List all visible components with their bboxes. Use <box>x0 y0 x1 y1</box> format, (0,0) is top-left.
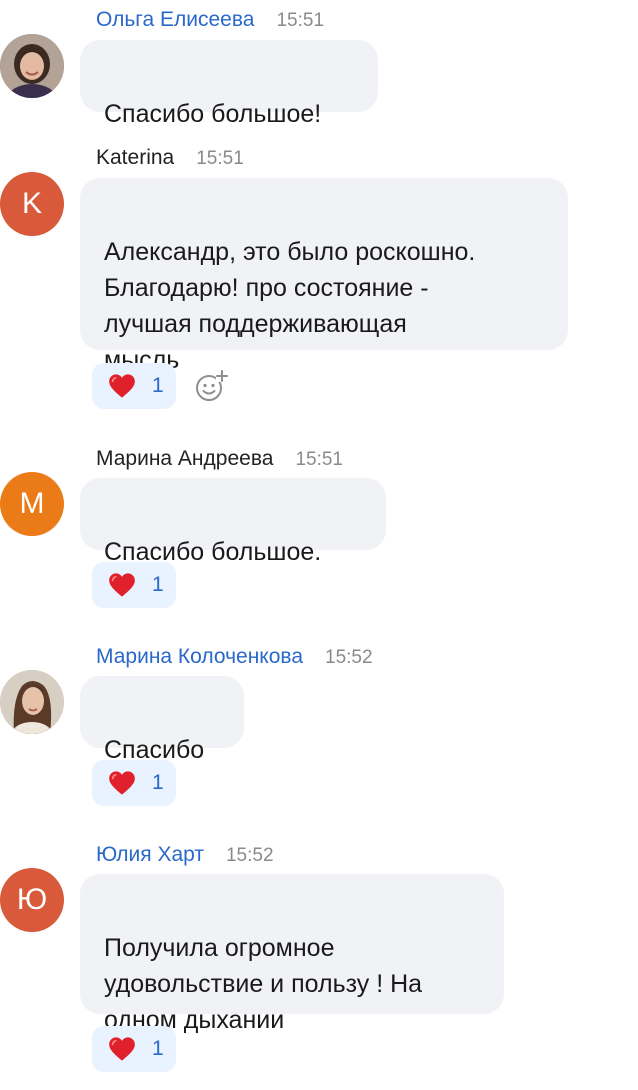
reactions-row: 1 <box>92 562 176 608</box>
avatar-initial: K <box>21 187 42 220</box>
heart-reaction-button[interactable]: 1 <box>92 760 176 806</box>
avatar[interactable] <box>0 34 64 98</box>
author-name[interactable]: Ольга Елисеева <box>96 8 254 32</box>
message-meta: Марина Колоченкова 15:52 <box>96 645 373 673</box>
add-emoji-icon[interactable] <box>194 369 228 403</box>
message-bubble: Спасибо большое. <box>80 478 386 566</box>
message-bubble: Получила огромное удовольствие и пользу … <box>80 874 504 1034</box>
message-text: Получила огромное удовольствие и пользу … <box>104 934 423 1034</box>
message-bubble: Спасибо большое! <box>80 40 378 128</box>
reactions-row: 1 <box>92 760 176 806</box>
heart-reaction-button[interactable]: 1 <box>92 562 176 608</box>
message-meta: Юлия Харт 15:52 <box>96 843 274 871</box>
heart-reaction-button[interactable]: 1 <box>92 363 176 409</box>
message-meta: Марина Андреева 15:51 <box>96 447 343 475</box>
message-meta: Katerina 15:51 <box>96 146 244 174</box>
message-time: 15:51 <box>295 449 343 470</box>
heart-icon <box>109 374 135 398</box>
message-time: 15:51 <box>196 148 244 169</box>
avatar[interactable] <box>0 670 64 734</box>
reaction-count: 1 <box>152 771 164 794</box>
reaction-count: 1 <box>152 573 164 596</box>
author-name[interactable]: Katerina <box>96 146 174 170</box>
author-name[interactable]: Марина Колоченкова <box>96 645 303 669</box>
message-bubble: Спасибо <box>80 676 244 764</box>
avatar-initial: Ю <box>16 883 48 916</box>
heart-reaction-button[interactable]: 1 <box>92 1026 176 1072</box>
person-photo-icon <box>0 670 64 734</box>
message-time: 15:52 <box>225 845 274 866</box>
author-name[interactable]: Марина Андреева <box>96 447 273 471</box>
heart-icon <box>109 573 135 597</box>
avatar[interactable]: M <box>0 472 64 536</box>
avatar[interactable]: Ю <box>0 868 64 932</box>
reaction-count: 1 <box>152 1037 164 1060</box>
avatar[interactable]: K <box>0 172 64 236</box>
message-bubble: Александр, это было роскошно. Благодарю!… <box>80 178 568 374</box>
reaction-count: 1 <box>152 374 164 397</box>
reactions-row: 1 <box>92 1026 176 1072</box>
message-time: 15:51 <box>276 10 325 31</box>
heart-icon <box>109 771 135 795</box>
message-text: Спасибо большое! <box>104 100 322 128</box>
message-meta: Ольга Елисеева 15:51 <box>96 8 324 36</box>
heart-icon <box>109 1037 135 1061</box>
author-name[interactable]: Юлия Харт <box>96 843 204 867</box>
message-time: 15:52 <box>325 647 373 668</box>
person-photo-icon <box>0 34 64 98</box>
message-text: Александр, это было роскошно. Благодарю!… <box>104 238 476 374</box>
avatar-initial: M <box>19 487 45 520</box>
reactions-row: 1 <box>92 363 228 409</box>
